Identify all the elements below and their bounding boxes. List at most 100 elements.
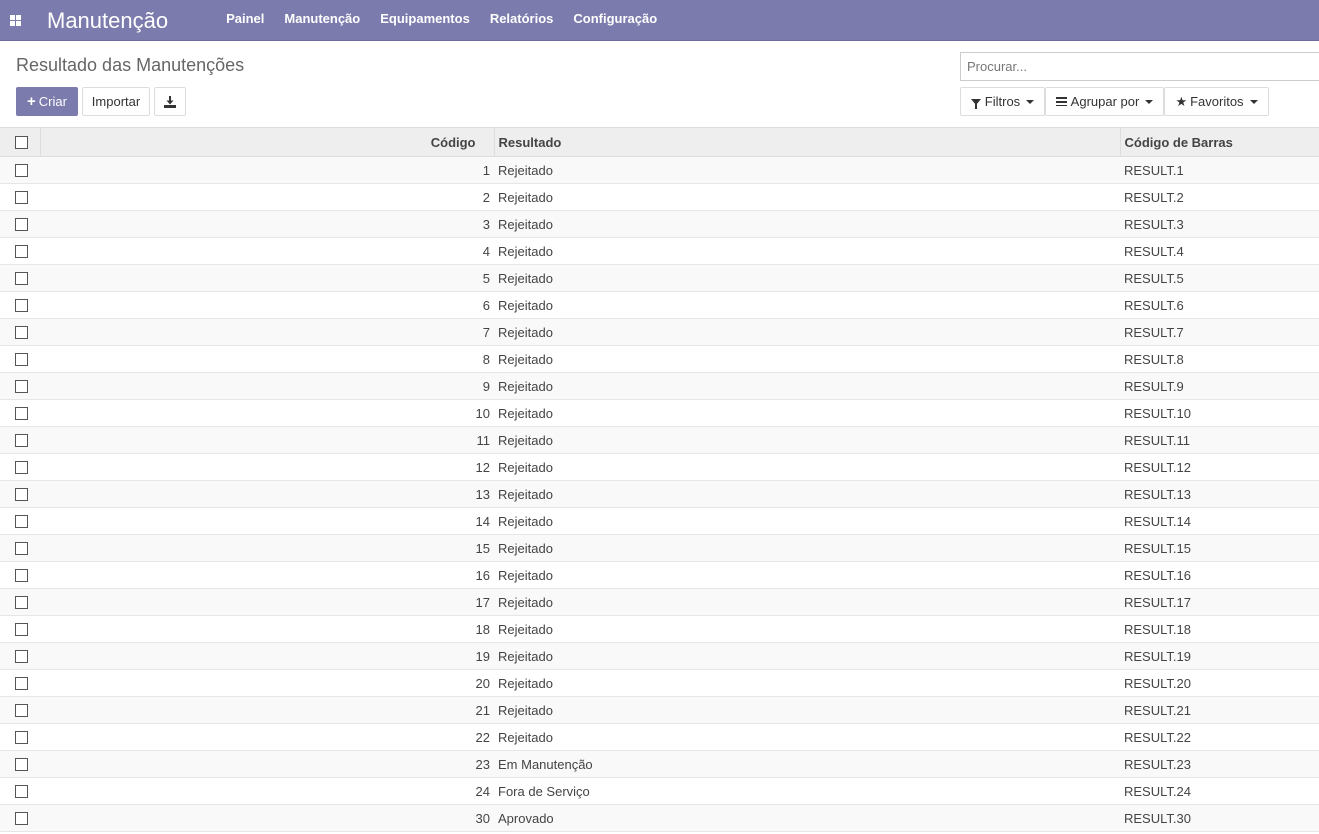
row-checkbox[interactable] xyxy=(15,298,28,312)
row-checkbox[interactable] xyxy=(15,568,28,582)
table-row[interactable]: 20 Rejeitado RESULT.20 xyxy=(0,669,1319,697)
row-checkbox[interactable] xyxy=(15,244,28,258)
import-button-label: Importar xyxy=(91,94,141,109)
table-row[interactable]: 18 Rejeitado RESULT.18 xyxy=(0,615,1319,643)
table-row[interactable]: 11 Rejeitado RESULT.11 xyxy=(0,426,1319,454)
table-row[interactable]: 2 Rejeitado RESULT.2 xyxy=(0,183,1319,211)
table-row[interactable]: 8 Rejeitado RESULT.8 xyxy=(0,345,1319,373)
row-checkbox[interactable] xyxy=(15,649,28,663)
filter-icon xyxy=(970,98,981,109)
row-checkbox[interactable] xyxy=(15,514,28,528)
menu-item-manutencao[interactable]: Manutenção xyxy=(274,0,370,41)
table-body: 1 Rejeitado RESULT.1 2 Rejeitado RESULT.2 3 Rej… xyxy=(0,156,1319,832)
table-row[interactable]: 17 Rejeitado RESULT.17 xyxy=(0,588,1319,616)
table-row[interactable]: 5 Rejeitado RESULT.5 xyxy=(0,264,1319,292)
table-row[interactable]: 3 Rejeitado RESULT.3 xyxy=(0,210,1319,238)
table-row[interactable]: 16 Rejeitado RESULT.16 xyxy=(0,561,1319,589)
import-button[interactable]: Importar xyxy=(82,87,150,116)
export-button[interactable] xyxy=(154,87,186,116)
table-row[interactable]: 4 Rejeitado RESULT.4 xyxy=(0,237,1319,265)
cell-result: Rejeitado xyxy=(494,237,1120,265)
row-select-cell xyxy=(0,372,40,400)
search-input[interactable] xyxy=(961,53,1319,80)
menu-item-equipamentos[interactable]: Equipamentos xyxy=(370,0,480,41)
cell-barcode: RESULT.16 xyxy=(1120,561,1319,589)
table-row[interactable]: 1 Rejeitado RESULT.1 xyxy=(0,156,1319,184)
row-checkbox[interactable] xyxy=(15,811,28,825)
favorites-button[interactable]: ★ Favoritos xyxy=(1164,87,1269,116)
row-select-cell xyxy=(0,588,40,616)
cell-result: Rejeitado xyxy=(494,642,1120,670)
row-checkbox[interactable] xyxy=(15,541,28,555)
table-row[interactable]: 23 Em Manutenção RESULT.23 xyxy=(0,750,1319,778)
apps-menu-icon[interactable] xyxy=(10,14,23,27)
column-header-code[interactable]: Código xyxy=(39,127,494,157)
cell-code: 22 xyxy=(40,723,494,751)
create-button[interactable]: + Criar xyxy=(16,87,78,116)
cell-code: 13 xyxy=(40,480,494,508)
cell-result: Rejeitado xyxy=(494,561,1120,589)
row-checkbox[interactable] xyxy=(15,352,28,366)
select-all-checkbox[interactable] xyxy=(15,135,28,149)
cell-code: 6 xyxy=(40,291,494,319)
row-checkbox[interactable] xyxy=(15,595,28,609)
row-checkbox[interactable] xyxy=(15,325,28,339)
cell-result: Rejeitado xyxy=(494,291,1120,319)
menu-item-painel[interactable]: Painel xyxy=(216,0,274,41)
row-select-cell xyxy=(0,237,40,265)
row-checkbox[interactable] xyxy=(15,622,28,636)
favorites-label: Favoritos xyxy=(1190,94,1244,109)
row-checkbox[interactable] xyxy=(15,163,28,177)
cell-barcode: RESULT.20 xyxy=(1120,669,1319,697)
cell-code: 16 xyxy=(40,561,494,589)
table-row[interactable]: 24 Fora de Serviço RESULT.24 xyxy=(0,777,1319,805)
cell-barcode: RESULT.2 xyxy=(1120,183,1319,211)
row-select-cell xyxy=(0,669,40,697)
table-row[interactable]: 15 Rejeitado RESULT.15 xyxy=(0,534,1319,562)
menu-item-relatorios[interactable]: Relatórios xyxy=(480,0,564,41)
groupby-button[interactable]: Agrupar por xyxy=(1045,87,1164,116)
row-checkbox[interactable] xyxy=(15,190,28,204)
row-checkbox[interactable] xyxy=(15,730,28,744)
column-header-barcode[interactable]: Código de Barras xyxy=(1119,127,1319,157)
column-header-result[interactable]: Resultado xyxy=(493,127,1120,157)
groupby-label: Agrupar por xyxy=(1070,94,1140,109)
row-select-cell xyxy=(0,642,40,670)
filters-button[interactable]: Filtros xyxy=(960,87,1045,116)
table-row[interactable]: 30 Aprovado RESULT.30 xyxy=(0,804,1319,832)
table-row[interactable]: 13 Rejeitado RESULT.13 xyxy=(0,480,1319,508)
cell-barcode: RESULT.30 xyxy=(1120,804,1319,832)
cell-barcode: RESULT.5 xyxy=(1120,264,1319,292)
create-button-label: Criar xyxy=(38,94,67,109)
table-row[interactable]: 14 Rejeitado RESULT.14 xyxy=(0,507,1319,535)
row-checkbox[interactable] xyxy=(15,487,28,501)
control-panel: Resultado das Manutenções + Criar Import… xyxy=(0,41,1319,127)
table-row[interactable]: 10 Rejeitado RESULT.10 xyxy=(0,399,1319,427)
row-checkbox[interactable] xyxy=(15,460,28,474)
cell-barcode: RESULT.4 xyxy=(1120,237,1319,265)
cell-code: 1 xyxy=(40,156,494,184)
row-checkbox[interactable] xyxy=(15,433,28,447)
main-menu: Painel Manutenção Equipamentos Relatório… xyxy=(216,0,667,41)
row-checkbox[interactable] xyxy=(15,757,28,771)
select-all-cell xyxy=(0,127,40,157)
row-checkbox[interactable] xyxy=(15,784,28,798)
row-checkbox[interactable] xyxy=(15,703,28,717)
bars-icon xyxy=(1055,97,1067,106)
row-select-cell xyxy=(0,561,40,589)
row-checkbox[interactable] xyxy=(15,217,28,231)
row-checkbox[interactable] xyxy=(15,676,28,690)
row-checkbox[interactable] xyxy=(15,379,28,393)
table-row[interactable]: 9 Rejeitado RESULT.9 xyxy=(0,372,1319,400)
table-row[interactable]: 19 Rejeitado RESULT.19 xyxy=(0,642,1319,670)
table-row[interactable]: 6 Rejeitado RESULT.6 xyxy=(0,291,1319,319)
menu-item-configuracao[interactable]: Configuração xyxy=(563,0,667,41)
table-row[interactable]: 7 Rejeitado RESULT.7 xyxy=(0,318,1319,346)
row-checkbox[interactable] xyxy=(15,406,28,420)
cell-barcode: RESULT.11 xyxy=(1120,426,1319,454)
table-row[interactable]: 21 Rejeitado RESULT.21 xyxy=(0,696,1319,724)
row-checkbox[interactable] xyxy=(15,271,28,285)
table-row[interactable]: 22 Rejeitado RESULT.22 xyxy=(0,723,1319,751)
table-row[interactable]: 12 Rejeitado RESULT.12 xyxy=(0,453,1319,481)
app-brand: Manutenção xyxy=(47,7,169,33)
